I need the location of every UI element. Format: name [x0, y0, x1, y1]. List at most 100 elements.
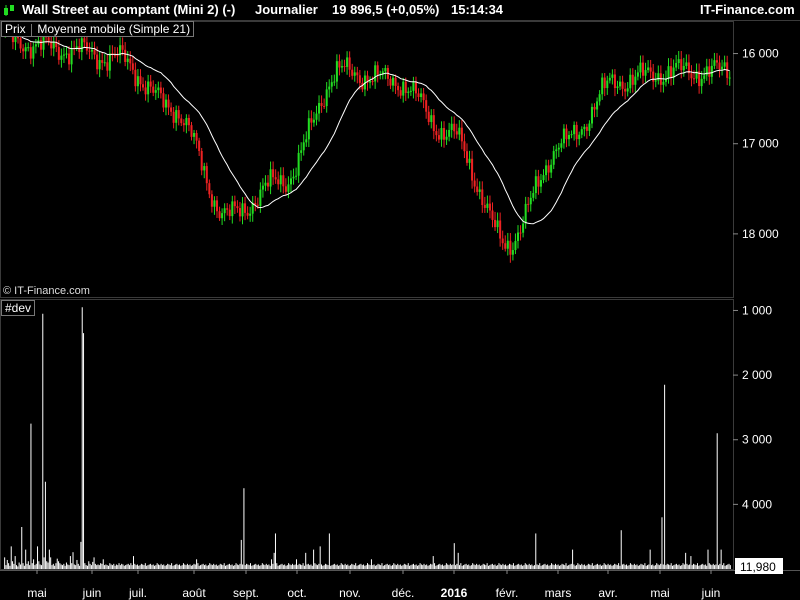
candle-body — [295, 175, 298, 177]
candle-body — [483, 205, 486, 208]
candle-body — [506, 240, 509, 249]
candle-body — [346, 57, 349, 67]
candle-body — [596, 101, 599, 110]
candle-body — [159, 87, 162, 94]
candle-body — [221, 213, 224, 219]
candle-body — [652, 71, 655, 82]
candle-body — [593, 106, 596, 110]
candle-body — [223, 208, 226, 214]
candle-body — [152, 86, 155, 93]
candle-body — [573, 124, 576, 135]
candle-body — [471, 158, 474, 181]
candle-body — [310, 118, 313, 123]
candle-body — [226, 208, 229, 210]
candle-body — [157, 87, 160, 91]
candle-body — [657, 73, 660, 81]
candle-body — [213, 200, 216, 207]
candle-body — [323, 105, 326, 107]
candle-body — [425, 100, 428, 112]
candle-body — [397, 85, 400, 91]
candle-body — [422, 93, 425, 101]
candle-body — [598, 94, 601, 102]
candle-body — [534, 176, 537, 194]
candle-body — [264, 182, 267, 186]
candle-body — [164, 99, 168, 108]
candle-body — [560, 143, 563, 148]
candle-body — [90, 49, 94, 52]
candle-body — [409, 90, 412, 92]
candle-body — [98, 60, 101, 70]
candle-body — [297, 152, 300, 176]
candle-body — [126, 58, 129, 62]
candle-body — [432, 115, 435, 132]
candle-body — [302, 142, 305, 151]
candle-body — [32, 46, 35, 59]
candle-body — [529, 197, 532, 205]
candle-body — [715, 60, 718, 63]
candle-body — [496, 220, 499, 228]
candle-body — [233, 201, 236, 207]
candle-body — [430, 115, 433, 123]
candle-body — [453, 123, 456, 132]
candle-body — [57, 46, 60, 60]
candle-body — [516, 232, 520, 241]
x-tick-label: juin — [82, 586, 102, 600]
candle-body — [22, 48, 25, 52]
candle-body — [200, 150, 203, 171]
candle-body — [448, 129, 451, 137]
candle-body — [34, 44, 37, 47]
candle-body — [134, 69, 137, 87]
candle-body — [389, 78, 392, 86]
candle-body — [613, 74, 616, 89]
candle-body — [606, 80, 609, 89]
candle-body — [578, 134, 581, 140]
candle-body — [685, 62, 688, 66]
volume-tick-label: 3 000 — [742, 433, 772, 447]
candle-body — [315, 113, 318, 120]
candle-body — [654, 80, 657, 82]
candle-body — [692, 78, 696, 80]
candle-body — [626, 88, 629, 92]
candle-body — [601, 77, 604, 95]
candle-body — [139, 76, 142, 85]
candle-body — [527, 203, 530, 205]
candle-body — [486, 203, 489, 208]
candle-body — [182, 123, 185, 126]
candle-body — [565, 128, 568, 140]
candle-body — [60, 55, 63, 60]
x-tick-label: nov. — [339, 586, 361, 600]
candle-body — [514, 240, 517, 251]
candle-body — [318, 103, 321, 114]
candle-body — [624, 88, 627, 92]
candle-body — [215, 200, 219, 212]
candle-body — [177, 110, 180, 119]
candle-body — [70, 48, 73, 65]
candle-body — [274, 177, 277, 180]
candle-body — [705, 66, 708, 76]
candle-body — [414, 81, 417, 94]
candle-body — [187, 117, 190, 126]
candle-body — [511, 250, 514, 255]
candle-body — [325, 89, 328, 107]
candle-body — [47, 37, 50, 42]
candle-body — [639, 62, 642, 73]
candle-body — [80, 38, 83, 53]
chart-canvas[interactable]: 18 000 17 000 16 000 4 000 3 000 2 000 1 000 11… — [0, 0, 800, 600]
candle-body — [78, 46, 81, 53]
candle-body — [24, 47, 27, 52]
candle-body — [374, 65, 377, 82]
candle-body — [608, 77, 611, 81]
last-value-label: 11,980 — [740, 560, 776, 574]
moving-average-line — [5, 29, 730, 225]
candle-body — [718, 62, 721, 70]
candle-body — [539, 180, 542, 187]
candle-body — [108, 53, 111, 71]
candle-body — [675, 63, 678, 68]
candle-body — [244, 203, 247, 213]
candle-body — [272, 169, 275, 178]
candle-body — [369, 80, 372, 83]
candle-body — [420, 93, 423, 97]
candle-body — [545, 165, 548, 176]
volume-tick-label: 2 000 — [742, 368, 772, 382]
candle-body — [305, 139, 308, 143]
